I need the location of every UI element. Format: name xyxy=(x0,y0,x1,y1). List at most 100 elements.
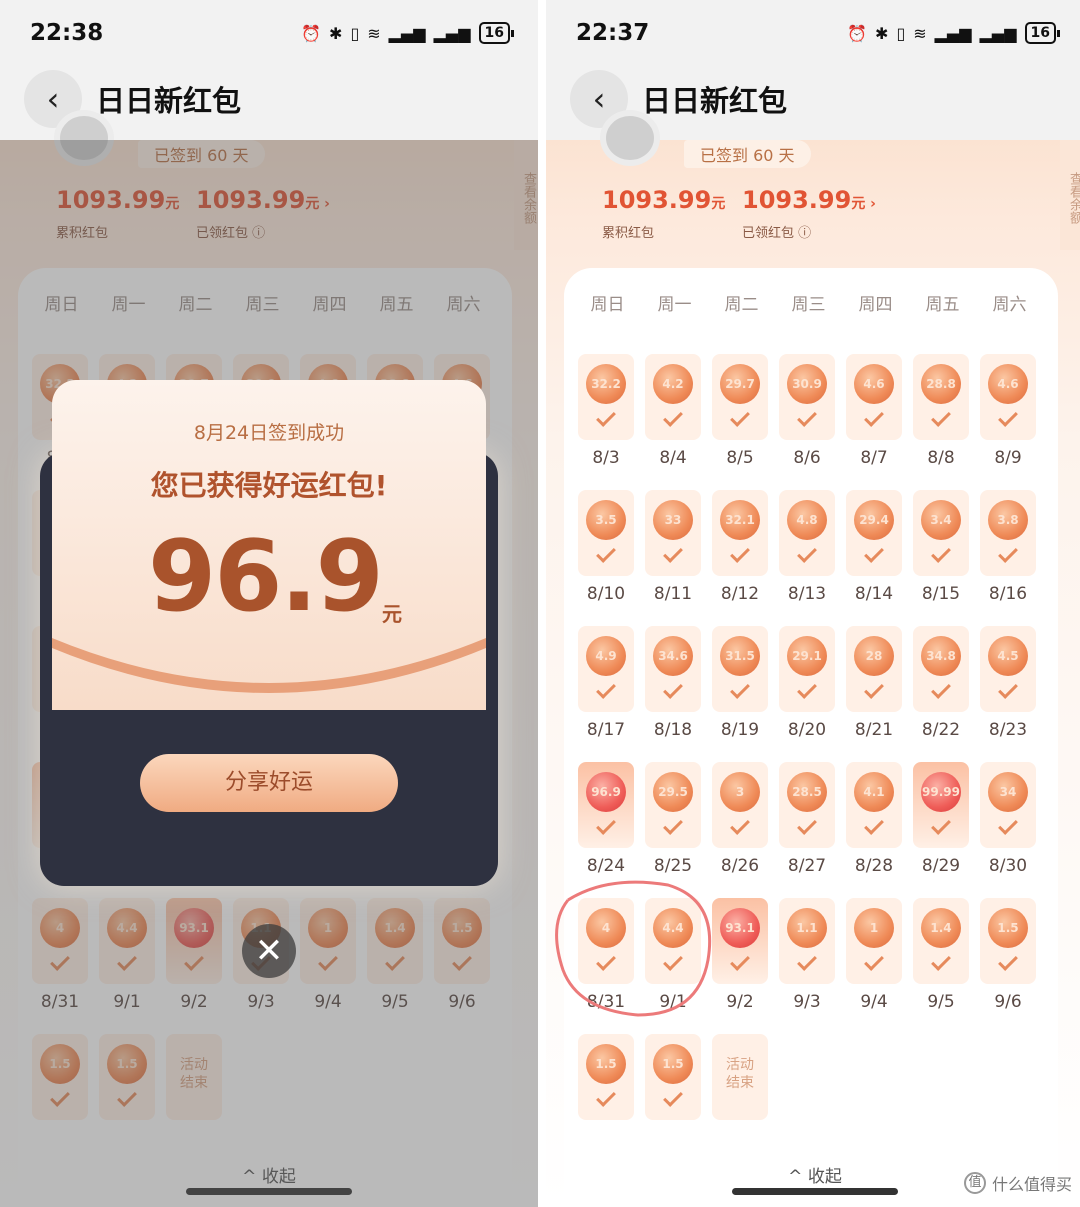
day-date: 8/9 xyxy=(994,448,1022,468)
day-cell[interactable]: 99.99 xyxy=(913,762,969,848)
day-cell[interactable]: 29.7 xyxy=(712,354,768,440)
weekday-label: 周一 xyxy=(657,295,692,315)
day-cell[interactable]: 1 xyxy=(846,898,902,984)
activity-end-cell: 活动 结束 xyxy=(712,1034,768,1120)
day-cell[interactable]: 29.5 xyxy=(645,762,701,848)
day-cell[interactable]: 28.5 xyxy=(779,762,835,848)
day-date: 8/29 xyxy=(921,856,961,876)
day-cell[interactable]: 4.6 xyxy=(846,354,902,440)
day-date: 8/11 xyxy=(653,584,693,604)
check-icon xyxy=(596,679,616,699)
highlight-circle xyxy=(555,880,712,1017)
day-date: 8/16 xyxy=(988,584,1028,604)
coin-icon: 1 xyxy=(854,908,894,948)
day-cell[interactable]: 4.5 xyxy=(980,626,1036,712)
wifi-icon: ≋ xyxy=(913,23,927,43)
day-cell[interactable]: 28.8 xyxy=(913,354,969,440)
signal-icon: ▂▄▆ xyxy=(388,23,426,43)
check-icon xyxy=(931,543,951,563)
day-cell[interactable]: 29.1 xyxy=(779,626,835,712)
bluetooth-icon: ✱ xyxy=(875,23,889,43)
check-icon xyxy=(730,543,750,563)
day-cell[interactable]: 3 xyxy=(712,762,768,848)
claimed-label[interactable]: 已领红包 ⓘ xyxy=(742,222,811,241)
watermark-logo: 值 xyxy=(963,1172,986,1194)
check-icon xyxy=(663,815,683,835)
day-date: 8/12 xyxy=(720,584,760,604)
day-cell[interactable]: 93.1 xyxy=(712,898,768,984)
activity-end-label: 活动 结束 xyxy=(726,1057,754,1091)
day-cell[interactable]: 1.1 xyxy=(779,898,835,984)
day-cell[interactable]: 4.1 xyxy=(846,762,902,848)
weekday-label: 周五 xyxy=(925,295,960,315)
streak-badge: 已签到 60 天 xyxy=(684,140,811,168)
check-icon xyxy=(663,543,683,563)
day-cell[interactable]: 4.6 xyxy=(980,354,1036,440)
modal-amount: 96.9 xyxy=(148,520,384,634)
day-date: 8/24 xyxy=(586,856,626,876)
day-date: 8/14 xyxy=(854,584,894,604)
status-time: 22:38 xyxy=(30,20,104,46)
coin-icon: 93.1 xyxy=(720,908,760,948)
left-screen: 22:38 ⏰ ✱ ▯ ≋ ▂▄▆ ▂▄▆ 16 ‹ 日日新红包 已签到 60 … xyxy=(0,0,538,1207)
day-cell[interactable]: 34.6 xyxy=(645,626,701,712)
claimed-amount-value: 1093.99 xyxy=(742,186,852,214)
day-cell[interactable]: 28 xyxy=(846,626,902,712)
check-icon xyxy=(864,951,884,971)
wifi-icon: ≋ xyxy=(367,23,381,43)
modal-heading: 您已获得好运红包! xyxy=(150,469,388,502)
check-icon xyxy=(998,815,1018,835)
day-cell[interactable]: 96.9 xyxy=(578,762,634,848)
day-cell[interactable]: 1.5 xyxy=(578,1034,634,1120)
day-cell[interactable]: 34.8 xyxy=(913,626,969,712)
day-date: 8/5 xyxy=(726,448,754,468)
day-cell[interactable]: 32.1 xyxy=(712,490,768,576)
day-cell[interactable]: 33 xyxy=(645,490,701,576)
day-cell[interactable]: 30.9 xyxy=(779,354,835,440)
weekday-label: 周日 xyxy=(590,295,625,315)
day-cell[interactable]: 29.4 xyxy=(846,490,902,576)
day-cell[interactable]: 1.4 xyxy=(913,898,969,984)
day-cell[interactable]: 4.8 xyxy=(779,490,835,576)
day-cell[interactable]: 4.9 xyxy=(578,626,634,712)
checkin-modal: 8月24日签到成功 您已获得好运红包! 96.9 元 分享好运 xyxy=(40,380,498,886)
day-cell[interactable]: 32.2 xyxy=(578,354,634,440)
day-cell[interactable]: 1.5 xyxy=(980,898,1036,984)
coin-icon: 4.9 xyxy=(586,636,626,676)
right-screen: 22:37 ⏰ ✱ ▯ ≋ ▂▄▆ ▂▄▆ 16 ‹ 日日新红包 已签到 60 … xyxy=(546,0,1080,1207)
avatar xyxy=(600,110,660,166)
coin-icon: 34.8 xyxy=(921,636,961,676)
coin-icon: 28.5 xyxy=(787,772,827,812)
view-balance-tab[interactable]: 查看余额 xyxy=(1060,140,1080,250)
close-button[interactable]: ✕ xyxy=(242,924,296,978)
calendar: 周日 周一 周二 周三 周四 周五 周六 32.2 8/3 4.2 8/4 29.7 8/5 30.9 8… xyxy=(564,268,1058,1207)
day-cell[interactable]: 1.5 xyxy=(645,1034,701,1120)
watermark: 值 什么值得买 xyxy=(963,1171,1072,1195)
check-icon xyxy=(998,543,1018,563)
summary: 已签到 60 天 1093.99元 1093.99元 › 累积红包 已领红包 ⓘ xyxy=(564,110,1064,270)
day-cell[interactable]: 3.8 xyxy=(980,490,1036,576)
share-button[interactable]: 分享好运 xyxy=(140,754,398,812)
day-date: 8/27 xyxy=(787,856,827,876)
check-icon xyxy=(864,407,884,427)
coin-icon: 4.2 xyxy=(653,364,693,404)
day-cell[interactable]: 34 xyxy=(980,762,1036,848)
close-icon: ✕ xyxy=(254,931,284,971)
day-cell[interactable]: 31.5 xyxy=(712,626,768,712)
signal-icon-2: ▂▄▆ xyxy=(433,23,471,43)
coin-icon: 1.5 xyxy=(653,1044,693,1084)
coin-icon: 4.6 xyxy=(854,364,894,404)
day-date: 8/6 xyxy=(793,448,821,468)
divider xyxy=(538,0,546,1207)
day-date: 8/30 xyxy=(988,856,1028,876)
claimed-amount[interactable]: 1093.99元 › xyxy=(742,186,876,214)
day-cell[interactable]: 3.4 xyxy=(913,490,969,576)
check-icon xyxy=(730,407,750,427)
bluetooth-icon: ✱ xyxy=(329,23,343,43)
day-cell[interactable]: 4.2 xyxy=(645,354,701,440)
day-cell[interactable]: 3.5 xyxy=(578,490,634,576)
battery-icon: 16 xyxy=(1024,22,1061,44)
home-indicator xyxy=(732,1188,898,1195)
coin-icon: 29.4 xyxy=(854,500,894,540)
envelope-flap xyxy=(52,638,486,693)
